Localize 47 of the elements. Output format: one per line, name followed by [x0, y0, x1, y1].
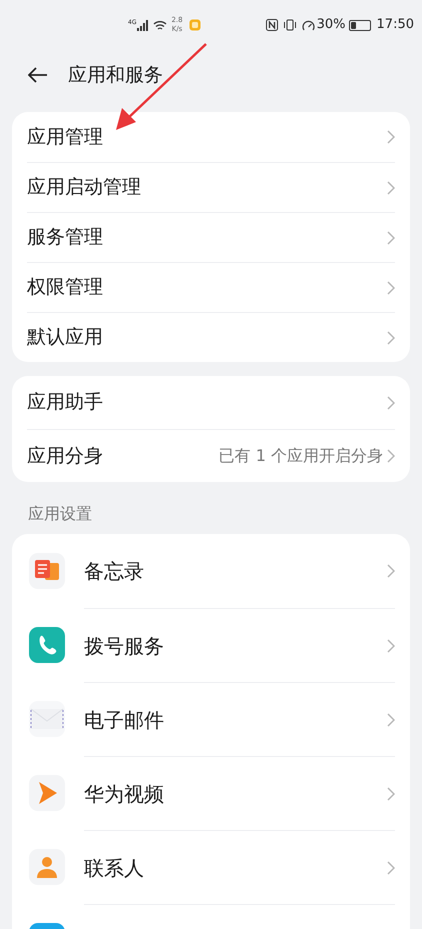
settings-item[interactable]: 默认应用 — [27, 312, 395, 362]
battery-icon — [348, 20, 371, 30]
app-name: 电子邮件 — [84, 706, 164, 734]
settings-item[interactable]: 应用启动管理 — [27, 162, 395, 212]
app-item[interactable]: 拨号服务 — [29, 608, 395, 682]
chevron-right-icon — [387, 130, 395, 144]
chevron-right-icon — [387, 330, 395, 344]
chevron-right-icon — [387, 180, 395, 194]
settings-item[interactable]: 应用管理 — [27, 112, 395, 162]
app-item[interactable]: 电子邮件 — [29, 682, 395, 756]
chevron-right-icon — [387, 712, 395, 726]
phone-icon — [29, 627, 65, 663]
wifi-icon — [153, 20, 168, 30]
envelope-icon — [29, 701, 65, 737]
item-value: 已有 1 个应用开启分身 — [218, 445, 383, 467]
settings-item[interactable]: 服务管理 — [27, 212, 395, 262]
person-icon — [29, 849, 65, 885]
app-name: 华为视频 — [84, 780, 164, 808]
settings-item[interactable]: 应用分身 — [27, 442, 103, 470]
app-item[interactable]: 华为视频 — [29, 756, 395, 830]
time: 17:50 — [376, 16, 414, 34]
back-icon[interactable] — [28, 67, 48, 83]
chevron-right-icon — [387, 860, 395, 874]
signal-icon — [137, 20, 150, 30]
chevron-right-icon — [387, 449, 395, 463]
page-title: 应用和服务 — [68, 62, 163, 88]
app-item[interactable]: 联系人 — [29, 830, 395, 904]
settings-item[interactable]: 权限管理 — [27, 262, 395, 312]
chevron-right-icon — [387, 638, 395, 652]
battery-percentage: 30% — [316, 16, 346, 34]
notification-icon — [188, 19, 201, 31]
chevron-right-icon — [387, 786, 395, 800]
nfc-icon — [266, 19, 278, 31]
notes-icon — [29, 553, 65, 589]
chevron-right-icon — [387, 280, 395, 294]
chevron-right-icon — [387, 230, 395, 244]
app-item[interactable]: 备忘录 — [29, 534, 395, 608]
settings-item[interactable]: 应用助手 — [27, 388, 103, 417]
vibrate-icon — [282, 19, 297, 31]
play-icon — [29, 775, 65, 811]
section-title: 应用设置 — [28, 503, 92, 525]
chevron-right-icon — [387, 564, 395, 578]
chevron-right-icon — [387, 396, 395, 410]
gauge-icon — [302, 18, 315, 32]
app-name: 联系人 — [84, 854, 144, 882]
app-name: 拨号服务 — [84, 632, 164, 660]
app-name: 备忘录 — [84, 558, 144, 585]
